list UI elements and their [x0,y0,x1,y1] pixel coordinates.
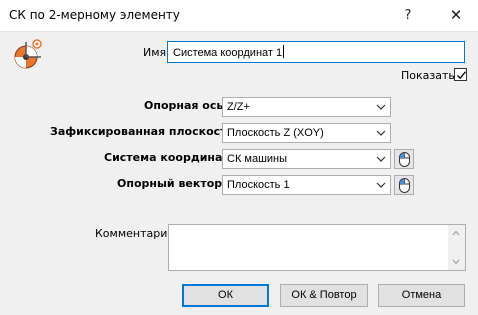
ref-axis-value: Z/Z+ [227,101,250,113]
coordinate-system-icon [11,38,45,72]
chevron-down-icon [376,156,386,162]
mouse-pick-icon [399,152,410,167]
coord-system-pick-button[interactable] [394,149,414,169]
ref-axis-select[interactable]: Z/Z+ [222,97,391,117]
ref-vector-select[interactable]: Плоскость 1 [222,175,391,195]
comment-label: Комментарий [95,227,175,240]
cancel-button[interactable]: Отмена [378,284,465,307]
scroll-down-icon [452,259,460,265]
ref-vector-pick-button[interactable] [394,175,414,195]
comment-scrollbar[interactable] [448,225,465,270]
fixed-plane-label: Зафиксированная плоскость [50,125,234,138]
close-button[interactable]: ✕ [434,0,478,31]
ref-vector-label: Опорный вектор [117,177,223,190]
show-checkbox[interactable] [454,68,467,81]
ok-repeat-button[interactable]: ОК & Повтор [280,284,368,307]
help-button[interactable]: ? [386,0,430,31]
coord-system-select[interactable]: СК машины [222,149,391,169]
fixed-plane-value: Плоскость Z (XOY) [227,127,324,139]
check-icon [457,71,467,80]
show-label: Показать [401,69,455,82]
ok-button[interactable]: ОК [182,284,269,307]
name-label: Имя [143,46,167,59]
scroll-up-icon [452,230,460,236]
name-input[interactable]: Система координат 1 [167,41,465,63]
mouse-pick-icon [399,178,410,193]
chevron-down-icon [376,182,386,188]
coord-system-value: СК машины [227,153,288,165]
text-caret [283,45,285,58]
name-value: Система координат 1 [173,47,283,59]
title-bar: СК по 2-мерному элементу ? ✕ [0,0,478,32]
coord-system-label: Система координат [104,151,229,164]
ref-axis-label: Опорная ось [144,99,224,112]
ref-vector-value: Плоскость 1 [227,179,290,191]
comment-textarea[interactable] [168,224,466,271]
fixed-plane-select[interactable]: Плоскость Z (XOY) [222,123,391,143]
chevron-down-icon [376,130,386,136]
window-title: СК по 2-мерному элементу [9,8,180,22]
chevron-down-icon [376,104,386,110]
